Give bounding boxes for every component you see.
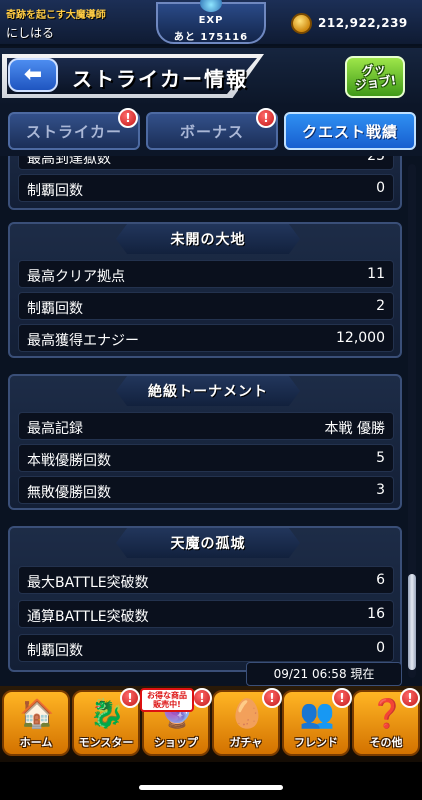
nav-label: その他: [369, 736, 403, 749]
tab-bar: ストライカー ! ボーナス ! クエスト戦績: [0, 106, 422, 156]
nav-label: ガチャ: [229, 736, 263, 749]
stat-row: 制覇回数 2: [18, 292, 394, 320]
back-arrow-icon: ⬅: [23, 62, 43, 87]
stat-label: 本戦優勝回数: [27, 453, 111, 469]
player-title: 奇跡を起こす大魔導師: [6, 10, 106, 21]
tab-striker-label: ストライカー: [25, 122, 122, 141]
friend-icon: 👥: [299, 697, 335, 730]
stat-row: 制覇回数 0: [18, 634, 394, 662]
stat-row: 通算BATTLE突破数 16: [18, 600, 394, 628]
stat-value: 16: [367, 606, 385, 622]
player-name: にしはる: [6, 26, 55, 40]
stat-label: 最高クリア拠点: [27, 269, 125, 285]
quest-record-list[interactable]: 最高到達獄数 25 制覇回数 0 未開の大地 最高クリア拠点 11 制覇回数 2…: [0, 156, 422, 686]
section-title: 天魔の孤城: [116, 528, 300, 558]
stat-row: 制覇回数 0: [18, 174, 394, 202]
nav-label: フレンド: [294, 736, 338, 749]
section-title: 未開の大地: [116, 224, 300, 254]
home-indicator[interactable]: [139, 785, 283, 790]
stat-label: 最大BATTLE突破数: [27, 575, 149, 591]
stat-value: 25: [367, 156, 385, 164]
timestamp: 09/21 06:58 現在: [246, 662, 402, 686]
stat-row: 無敗優勝回数 3: [18, 476, 394, 504]
stat-label: 最高到達獄数: [27, 156, 111, 167]
section-title-text: 天魔の孤城: [170, 536, 246, 552]
stat-value: 3: [376, 482, 385, 498]
tab-quest-record[interactable]: クエスト戦績: [284, 112, 416, 150]
nav-friend-badge: !: [332, 688, 352, 708]
section-title-text: 未開の大地: [170, 232, 246, 248]
stat-value: 0: [376, 640, 385, 656]
nav-label: モンスター: [78, 736, 134, 749]
stat-label: 制覇回数: [27, 301, 83, 317]
stat-row: 最高到達獄数 25: [18, 156, 394, 170]
system-bar: [0, 762, 422, 800]
tab-quest-record-label: クエスト戦績: [301, 122, 398, 141]
stat-value: 11: [367, 266, 385, 282]
section-title: 絶級トーナメント: [116, 376, 300, 406]
tab-bonus-label: ボーナス: [179, 122, 244, 141]
coin-count: 212,922,239: [318, 16, 408, 30]
stat-label: 最高獲得エナジー: [27, 333, 139, 349]
stat-value: 6: [376, 572, 385, 588]
stat-label: 制覇回数: [27, 643, 83, 659]
section-card: 未開の大地 最高クリア拠点 11 制覇回数 2 最高獲得エナジー 12,000: [8, 222, 402, 358]
exp-label: EXP: [198, 15, 224, 26]
stat-row: 本戦優勝回数 5: [18, 444, 394, 472]
bottom-nav: 🏠 ホーム 🐉 モンスター 🔮 ショップ 🥚 ガチャ 👥 フレンド ❓ その他 …: [0, 686, 422, 762]
page-title: ストライカー情報: [72, 67, 248, 91]
status-bar: 奇跡を起こす大魔導師 にしはる EXP あと 175116 212,922,23…: [0, 0, 422, 46]
exp-remaining: あと 175116: [173, 32, 249, 43]
stat-row: 最高獲得エナジー 12,000: [18, 324, 394, 352]
stat-row: 最高クリア拠点 11: [18, 260, 394, 288]
nav-other-badge: !: [400, 688, 420, 708]
stat-value: 2: [376, 298, 385, 314]
shop-promo-badge: お得な商品 販売中!: [140, 688, 194, 712]
stat-label: 通算BATTLE突破数: [27, 609, 149, 625]
nav-monster-badge: !: [120, 688, 140, 708]
stat-label: 最高記録: [27, 421, 83, 437]
nav-label: ホーム: [19, 736, 53, 749]
nav-gacha-badge: !: [262, 688, 282, 708]
stat-row: 最高記録 本戦 優勝: [18, 412, 394, 440]
nav-home[interactable]: 🏠 ホーム: [2, 690, 70, 756]
page-header: ⬅ ストライカー情報 グッ ジョブ!: [0, 48, 422, 106]
scrollbar-thumb[interactable]: [408, 574, 416, 670]
stat-value: 5: [376, 450, 385, 466]
good-job-label: グッ ジョブ!: [354, 61, 398, 93]
exp-orb-icon: [200, 0, 222, 12]
good-job-button[interactable]: グッ ジョブ!: [345, 56, 405, 98]
back-button[interactable]: ⬅: [8, 58, 58, 92]
tab-bonus-badge: !: [256, 108, 276, 128]
tab-striker-badge: !: [118, 108, 138, 128]
stat-row: 最大BATTLE突破数 6: [18, 566, 394, 594]
nav-shop-badge: !: [192, 688, 212, 708]
stat-value: 0: [376, 180, 385, 196]
gacha-icon: 🥚: [229, 697, 265, 730]
section-card: 最高到達獄数 25 制覇回数 0: [8, 156, 402, 210]
nav-label: ショップ: [154, 736, 198, 749]
coin-icon: [291, 13, 312, 34]
section-card: 天魔の孤城 最大BATTLE突破数 6 通算BATTLE突破数 16 制覇回数 …: [8, 526, 402, 672]
stat-value: 12,000: [336, 330, 385, 346]
exp-gauge: EXP あと 175116: [156, 0, 266, 44]
home-icon: 🏠: [19, 697, 55, 730]
stat-label: 制覇回数: [27, 183, 83, 199]
section-title-text: 絶級トーナメント: [148, 384, 268, 400]
stat-label: 無敗優勝回数: [27, 485, 111, 501]
stat-value: 本戦 優勝: [324, 421, 385, 437]
section-card: 絶級トーナメント 最高記録 本戦 優勝 本戦優勝回数 5 無敗優勝回数 3: [8, 374, 402, 510]
